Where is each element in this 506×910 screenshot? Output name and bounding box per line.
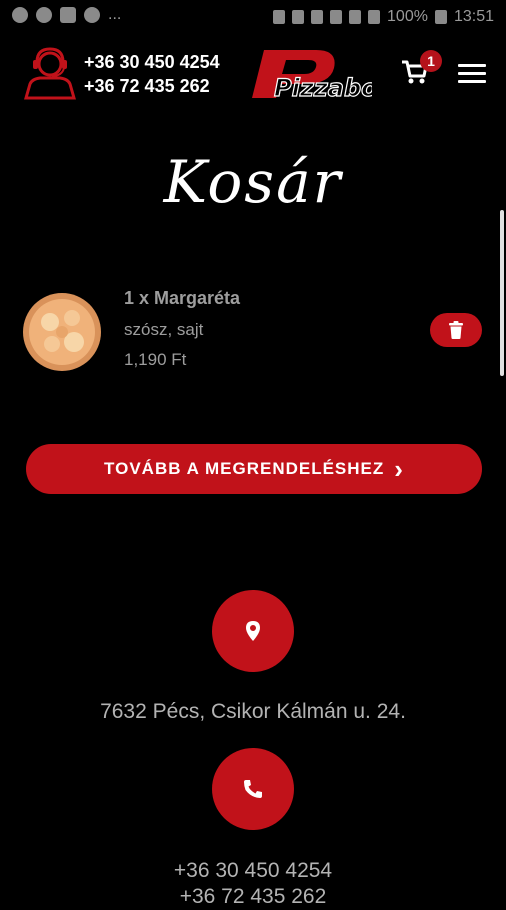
site-header: +36 30 450 4254 +36 72 435 262 Pizzaboy … [0, 38, 506, 110]
clock: 13:51 [453, 8, 494, 25]
facebook-icon [12, 7, 28, 23]
location-button[interactable] [212, 590, 294, 672]
location-icon [273, 10, 286, 24]
call-button[interactable] [212, 748, 294, 830]
item-description: szósz, sajt [124, 320, 204, 339]
support-agent-icon[interactable] [22, 44, 78, 100]
cart-count-badge: 1 [420, 50, 442, 72]
pizzaboy-logo[interactable]: Pizzaboy [246, 42, 372, 104]
pizza-image [23, 293, 101, 371]
page-title: Kosár [163, 148, 343, 216]
more-notifications: ... [108, 6, 122, 23]
bluetooth-icon [292, 10, 305, 24]
header-phone-1[interactable]: +36 30 450 4254 [84, 50, 220, 74]
status-bar: ... 100% 13:51 [0, 0, 506, 34]
signal-icon [368, 10, 381, 24]
header-phone-2[interactable]: +36 72 435 262 [84, 74, 220, 98]
trash-icon [449, 321, 463, 339]
contact-phones: +36 30 450 4254 +36 72 435 262 [0, 858, 506, 910]
status-bar-system: 100% 13:51 [273, 8, 494, 26]
logo-text: Pizzaboy [274, 74, 372, 102]
mute-icon [330, 10, 343, 24]
hamburger-menu-icon[interactable] [458, 64, 486, 86]
status-bar-notifications: ... [12, 7, 121, 23]
checkout-button[interactable]: TOVÁBB A MEGRENDELÉSHEZ › [26, 444, 482, 494]
battery-level: 100% [387, 8, 428, 25]
app-icon [36, 7, 52, 23]
store-address: 7632 Pécs, Csikor Kálmán u. 24. [100, 700, 406, 723]
checkout-label: TOVÁBB A MEGRENDELÉSHEZ [104, 459, 385, 478]
map-pin-icon [246, 621, 260, 641]
app-icon [84, 7, 100, 23]
chevron-right-icon: › [394, 454, 404, 484]
header-phones: +36 30 450 4254 +36 72 435 262 [84, 50, 220, 98]
phone-icon [244, 780, 262, 798]
item-price: 1,190 Ft [124, 350, 187, 369]
nfc-icon [311, 10, 324, 24]
scrollbar-thumb[interactable] [500, 210, 504, 376]
cart-item: 1 x Margaréta szósz, sajt 1,190 Ft [0, 284, 506, 384]
contact-phone-1[interactable]: +36 30 450 4254 [0, 858, 506, 884]
wifi-icon [349, 10, 362, 24]
contact-phone-2[interactable]: +36 72 435 262 [0, 884, 506, 910]
youtube-icon [60, 7, 76, 23]
item-name: 1 x Margaréta [124, 288, 241, 308]
delete-item-button[interactable] [430, 313, 482, 347]
battery-icon [434, 10, 447, 24]
